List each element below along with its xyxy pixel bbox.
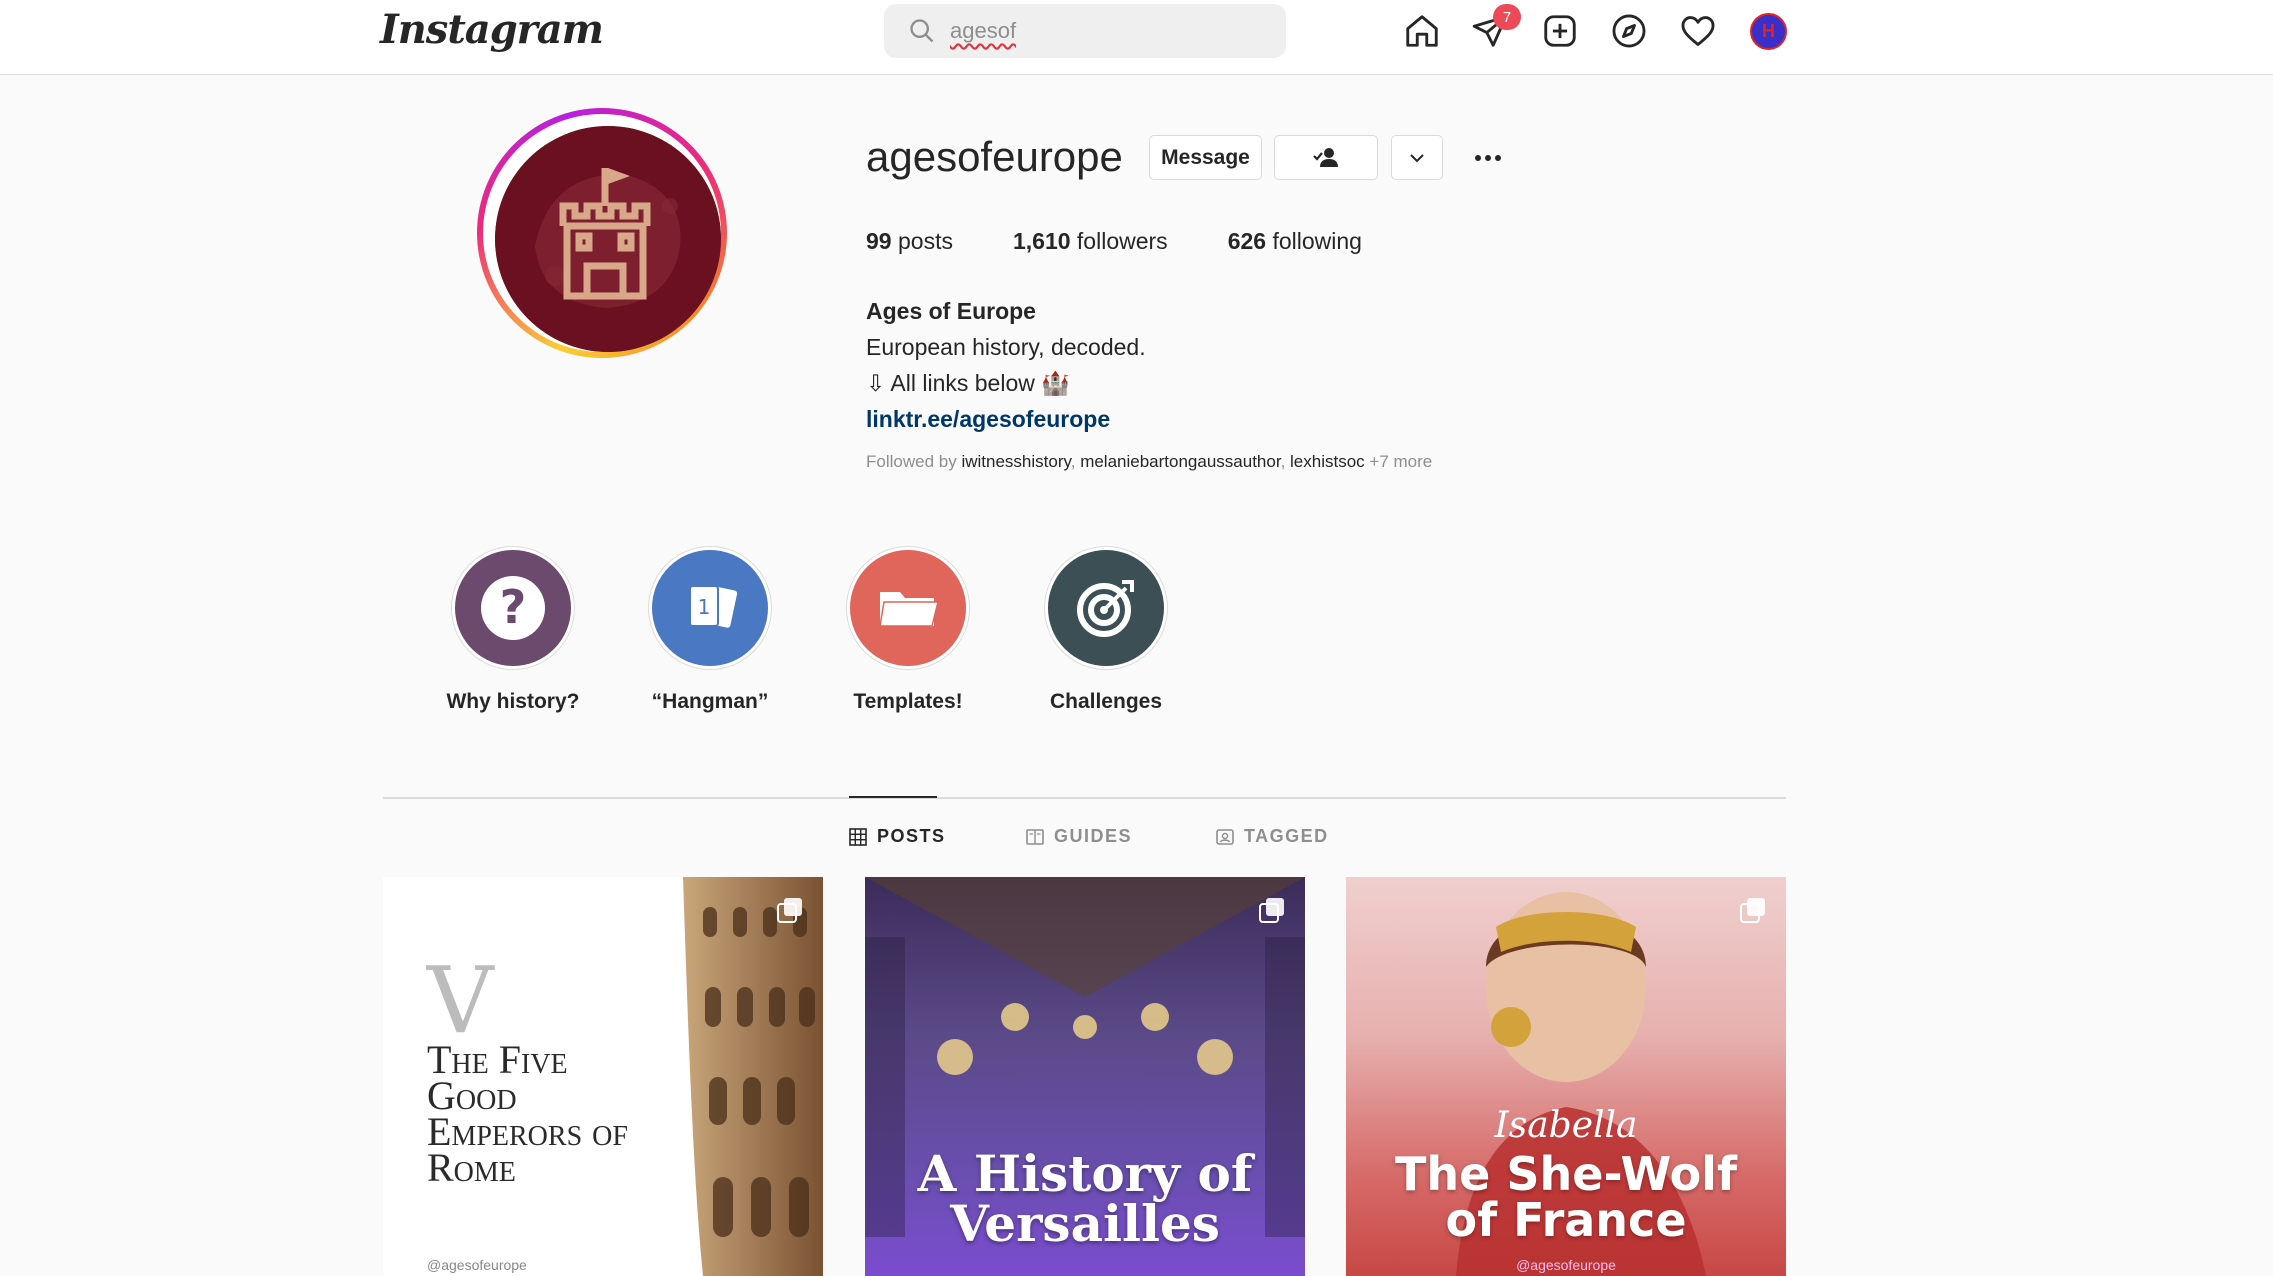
profile-avatar-button[interactable]: H: [1750, 13, 1787, 50]
suggested-accounts-dropdown[interactable]: [1391, 135, 1443, 180]
colosseum-image: [683, 877, 823, 1276]
post-thumbnail[interactable]: A History of Versailles: [865, 877, 1305, 1276]
posts-count: 99 posts: [866, 228, 953, 254]
post-thumbnail[interactable]: V The Five Good Emperors of Rome @agesof…: [383, 877, 823, 1276]
target-icon: [1048, 550, 1164, 666]
post-title: A History of Versailles: [917, 1144, 1253, 1253]
follower-username[interactable]: iwitnesshistory: [961, 452, 1070, 471]
carousel-icon: [1740, 898, 1765, 923]
carousel-icon: [777, 898, 802, 923]
profile-username: agesofeurope: [866, 133, 1123, 180]
following-button[interactable]: [1274, 135, 1378, 180]
profile-stats: 99 posts 1,610 followers 626 following: [866, 228, 1422, 255]
folder-icon: [850, 550, 966, 666]
story-highlight[interactable]: Challenges: [1044, 546, 1168, 714]
tagged-icon: [1216, 828, 1234, 845]
post-title: The She-Wolf of France: [1395, 1147, 1737, 1247]
tab-guides[interactable]: GUIDES: [1026, 826, 1132, 847]
active-tab-indicator: [849, 796, 937, 798]
svg-text:1: 1: [698, 595, 711, 619]
explore-icon[interactable]: [1610, 12, 1648, 50]
follower-username[interactable]: lexhistsoc: [1290, 452, 1365, 471]
chevron-down-icon: [1410, 153, 1424, 162]
tab-tagged[interactable]: TAGGED: [1216, 826, 1329, 847]
story-highlight[interactable]: ? Why history?: [446, 546, 580, 714]
profile-picture[interactable]: [477, 108, 727, 358]
follower-username[interactable]: melaniebartongaussauthor: [1080, 452, 1280, 471]
more-options-icon[interactable]: [1468, 138, 1508, 178]
post-handle: @agesofeurope: [1516, 1257, 1616, 1273]
post-handle: @agesofeurope: [427, 1257, 527, 1273]
castle-logo-image: [495, 126, 721, 352]
following-link[interactable]: 626 following: [1228, 228, 1362, 255]
story-highlight[interactable]: 1 “Hangman”: [648, 546, 772, 714]
bio-line: ⇩ All links below 🏰: [866, 370, 1070, 396]
home-icon[interactable]: [1403, 12, 1441, 50]
activity-heart-icon[interactable]: [1679, 12, 1717, 50]
cards-icon: 1: [652, 550, 768, 666]
message-button[interactable]: Message: [1149, 135, 1262, 180]
top-navigation-bar: Instagram agesof 7 H: [0, 0, 2273, 75]
highlight-label: Why history?: [446, 690, 580, 713]
user-check-icon: [1313, 147, 1338, 167]
highlight-label: Templates!: [853, 690, 963, 713]
new-post-icon[interactable]: [1541, 12, 1579, 50]
instagram-logo[interactable]: Instagram: [380, 6, 604, 53]
tab-posts[interactable]: POSTS: [849, 826, 946, 847]
followed-by[interactable]: Followed by iwitnesshistory, melaniebart…: [866, 452, 1432, 472]
carousel-icon: [1259, 898, 1284, 923]
story-highlight[interactable]: Templates!: [846, 546, 970, 714]
search-icon: [910, 19, 934, 43]
question-mark-icon: ?: [455, 550, 571, 666]
followed-by-more: +7 more: [1369, 452, 1433, 471]
highlight-label: Challenges: [1049, 690, 1163, 713]
post-thumbnail[interactable]: Isabella The She-Wolf of France @agesofe…: [1346, 877, 1786, 1276]
tabs-divider: [383, 797, 1786, 799]
post-subtitle: Isabella: [1494, 1105, 1638, 1146]
profile-bio: Ages of Europe European history, decoded…: [866, 293, 1146, 437]
notification-badge: 7: [1493, 4, 1521, 30]
followers-link[interactable]: 1,610 followers: [1013, 228, 1168, 255]
guide-icon: [1026, 828, 1044, 845]
search-query-text: agesof: [950, 18, 1017, 43]
svg-text:?: ?: [500, 580, 527, 634]
post-title: The Five Good Emperors of Rome: [427, 1037, 628, 1190]
search-input[interactable]: agesof: [884, 4, 1286, 58]
bio-website-link[interactable]: linktr.ee/agesofeurope: [866, 401, 1146, 437]
highlight-label: “Hangman”: [651, 690, 769, 713]
grid-icon: [849, 827, 867, 846]
display-name: Ages of Europe: [866, 298, 1036, 324]
bio-line: European history, decoded.: [866, 334, 1146, 360]
